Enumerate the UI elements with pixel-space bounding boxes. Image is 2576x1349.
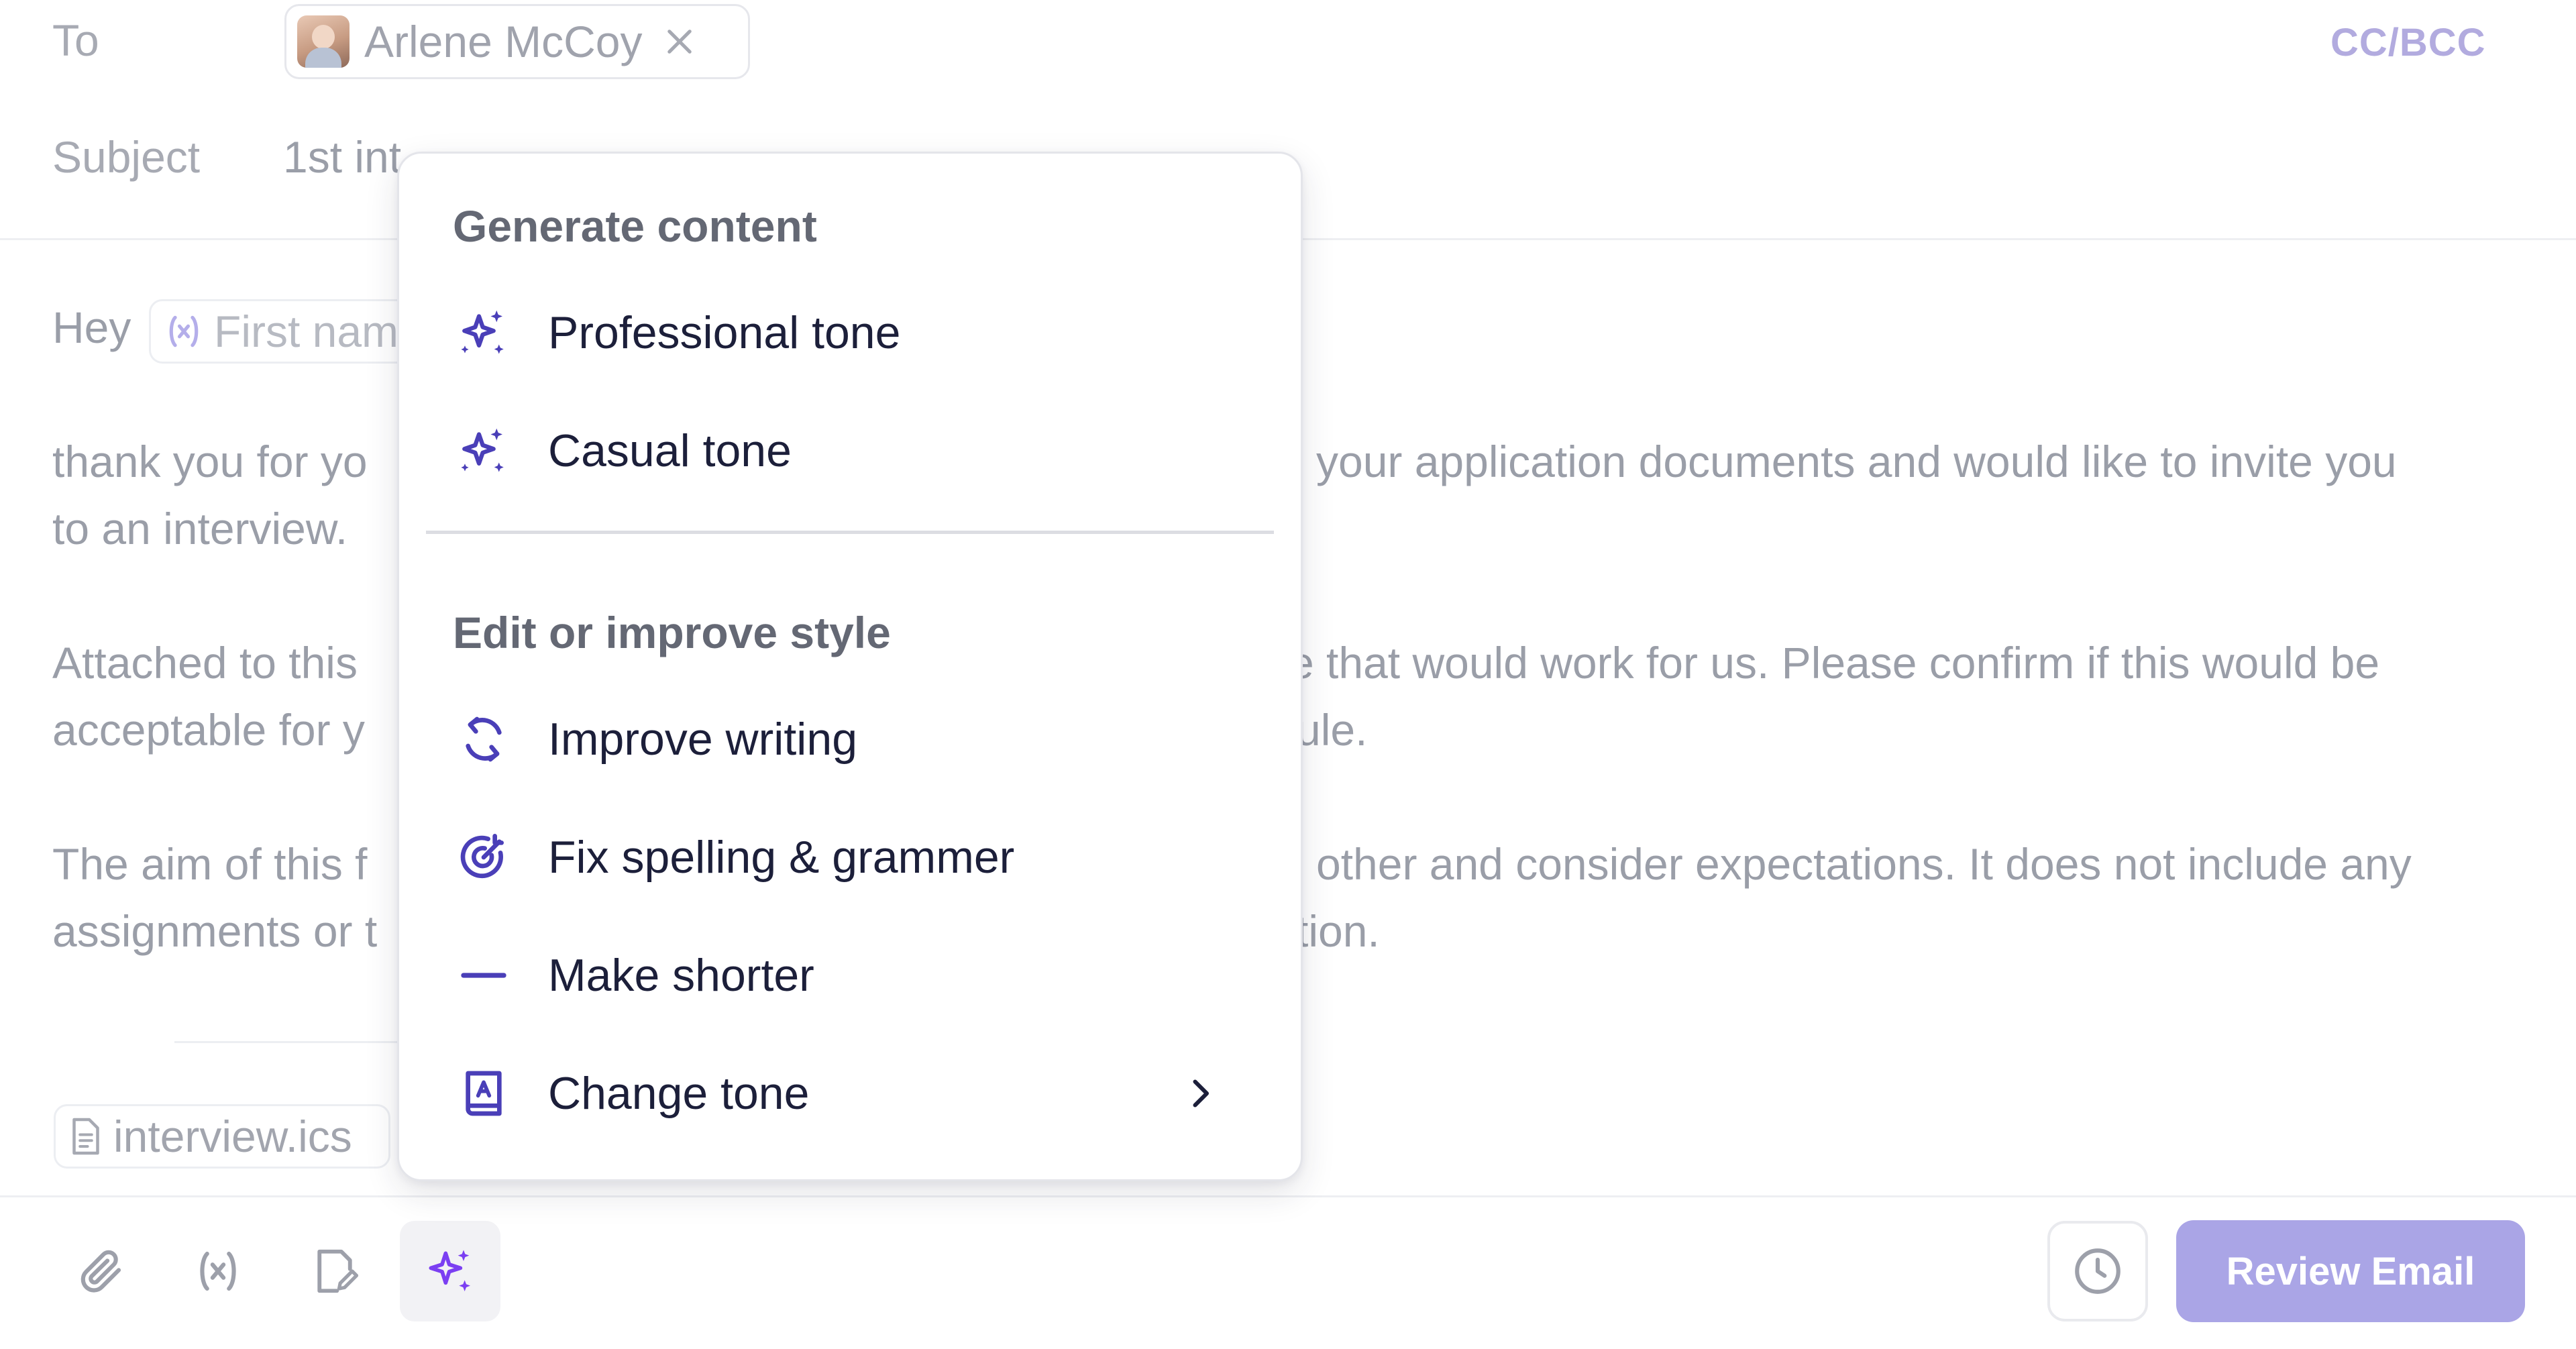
menu-item-label: Improve writing xyxy=(548,714,858,765)
minus-icon xyxy=(453,945,515,1006)
menu-item-label: Change tone xyxy=(548,1068,810,1119)
subject-input[interactable]: 1st int xyxy=(283,131,401,182)
ai-actions-menu: Generate content Professional tone Casua… xyxy=(397,152,1303,1181)
avatar xyxy=(297,15,350,68)
body-line: acceptable for y xyxy=(52,705,365,755)
subject-label: Subject xyxy=(52,132,201,182)
variable-chip[interactable]: First nam xyxy=(149,299,431,364)
ai-assist-button[interactable] xyxy=(400,1221,500,1321)
section-title-generate: Generate content xyxy=(453,201,817,251)
schedule-button[interactable] xyxy=(2047,1221,2148,1321)
recipient-name: Arlene McCoy xyxy=(364,17,643,66)
variable-icon xyxy=(163,311,205,352)
refresh-icon xyxy=(453,708,515,770)
attachment-chip[interactable]: interview.ics xyxy=(54,1104,390,1169)
remove-recipient-icon[interactable] xyxy=(662,24,697,59)
menu-item-label: Make shorter xyxy=(548,950,814,1001)
menu-item-improve-writing[interactable]: Improve writing xyxy=(453,696,1247,783)
greeting-text: Hey xyxy=(52,303,131,352)
menu-item-label: Fix spelling & grammer xyxy=(548,832,1015,883)
chevron-right-icon xyxy=(1180,1073,1220,1114)
body-line: your application documents and would lik… xyxy=(1316,437,2397,486)
body-line: assignments or t xyxy=(52,906,378,956)
cc-bcc-toggle[interactable]: CC/BCC xyxy=(2330,20,2486,65)
target-icon xyxy=(453,826,515,888)
toolbar-divider xyxy=(0,1195,2576,1197)
sparkles-icon xyxy=(453,420,515,482)
attach-button[interactable] xyxy=(51,1221,152,1321)
review-email-button[interactable]: Review Email xyxy=(2176,1220,2525,1322)
document-icon xyxy=(68,1116,104,1156)
body-line: other and consider expectations. It does… xyxy=(1316,839,2412,889)
menu-item-change-tone[interactable]: Change tone xyxy=(453,1050,1247,1137)
sparkles-icon xyxy=(453,302,515,364)
menu-divider xyxy=(426,531,1274,534)
menu-item-fix-spelling[interactable]: Fix spelling & grammer xyxy=(453,814,1247,901)
sparkles-icon xyxy=(423,1244,477,1298)
menu-item-casual-tone[interactable]: Casual tone xyxy=(453,407,1247,494)
clock-icon xyxy=(2070,1244,2125,1299)
menu-item-professional-tone[interactable]: Professional tone xyxy=(453,289,1247,376)
section-title-edit: Edit or improve style xyxy=(453,608,891,657)
body-line: thank you for yo xyxy=(52,437,368,486)
body-line: e that would work for us. Please confirm… xyxy=(1289,638,2380,688)
attachment-name: interview.ics xyxy=(113,1112,352,1161)
body-line: ule. xyxy=(1296,705,1368,755)
edit-document-icon xyxy=(309,1245,361,1297)
body-line: tion. xyxy=(1296,906,1380,956)
paperclip-icon xyxy=(75,1245,127,1297)
body-line: to an interview. xyxy=(52,504,348,553)
insert-variable-button[interactable] xyxy=(168,1221,268,1321)
menu-item-make-shorter[interactable]: Make shorter xyxy=(453,932,1247,1019)
variable-placeholder: First nam xyxy=(214,307,399,356)
book-icon xyxy=(453,1063,515,1124)
variable-icon xyxy=(192,1245,244,1297)
body-line: Attached to this xyxy=(52,638,358,688)
menu-item-label: Professional tone xyxy=(548,307,901,358)
to-label: To xyxy=(52,15,99,65)
menu-item-label: Casual tone xyxy=(548,425,792,476)
recipient-chip[interactable]: Arlene McCoy xyxy=(284,4,750,79)
signature-divider xyxy=(174,1041,402,1043)
signature-button[interactable] xyxy=(284,1221,385,1321)
body-line: The aim of this f xyxy=(52,839,368,889)
